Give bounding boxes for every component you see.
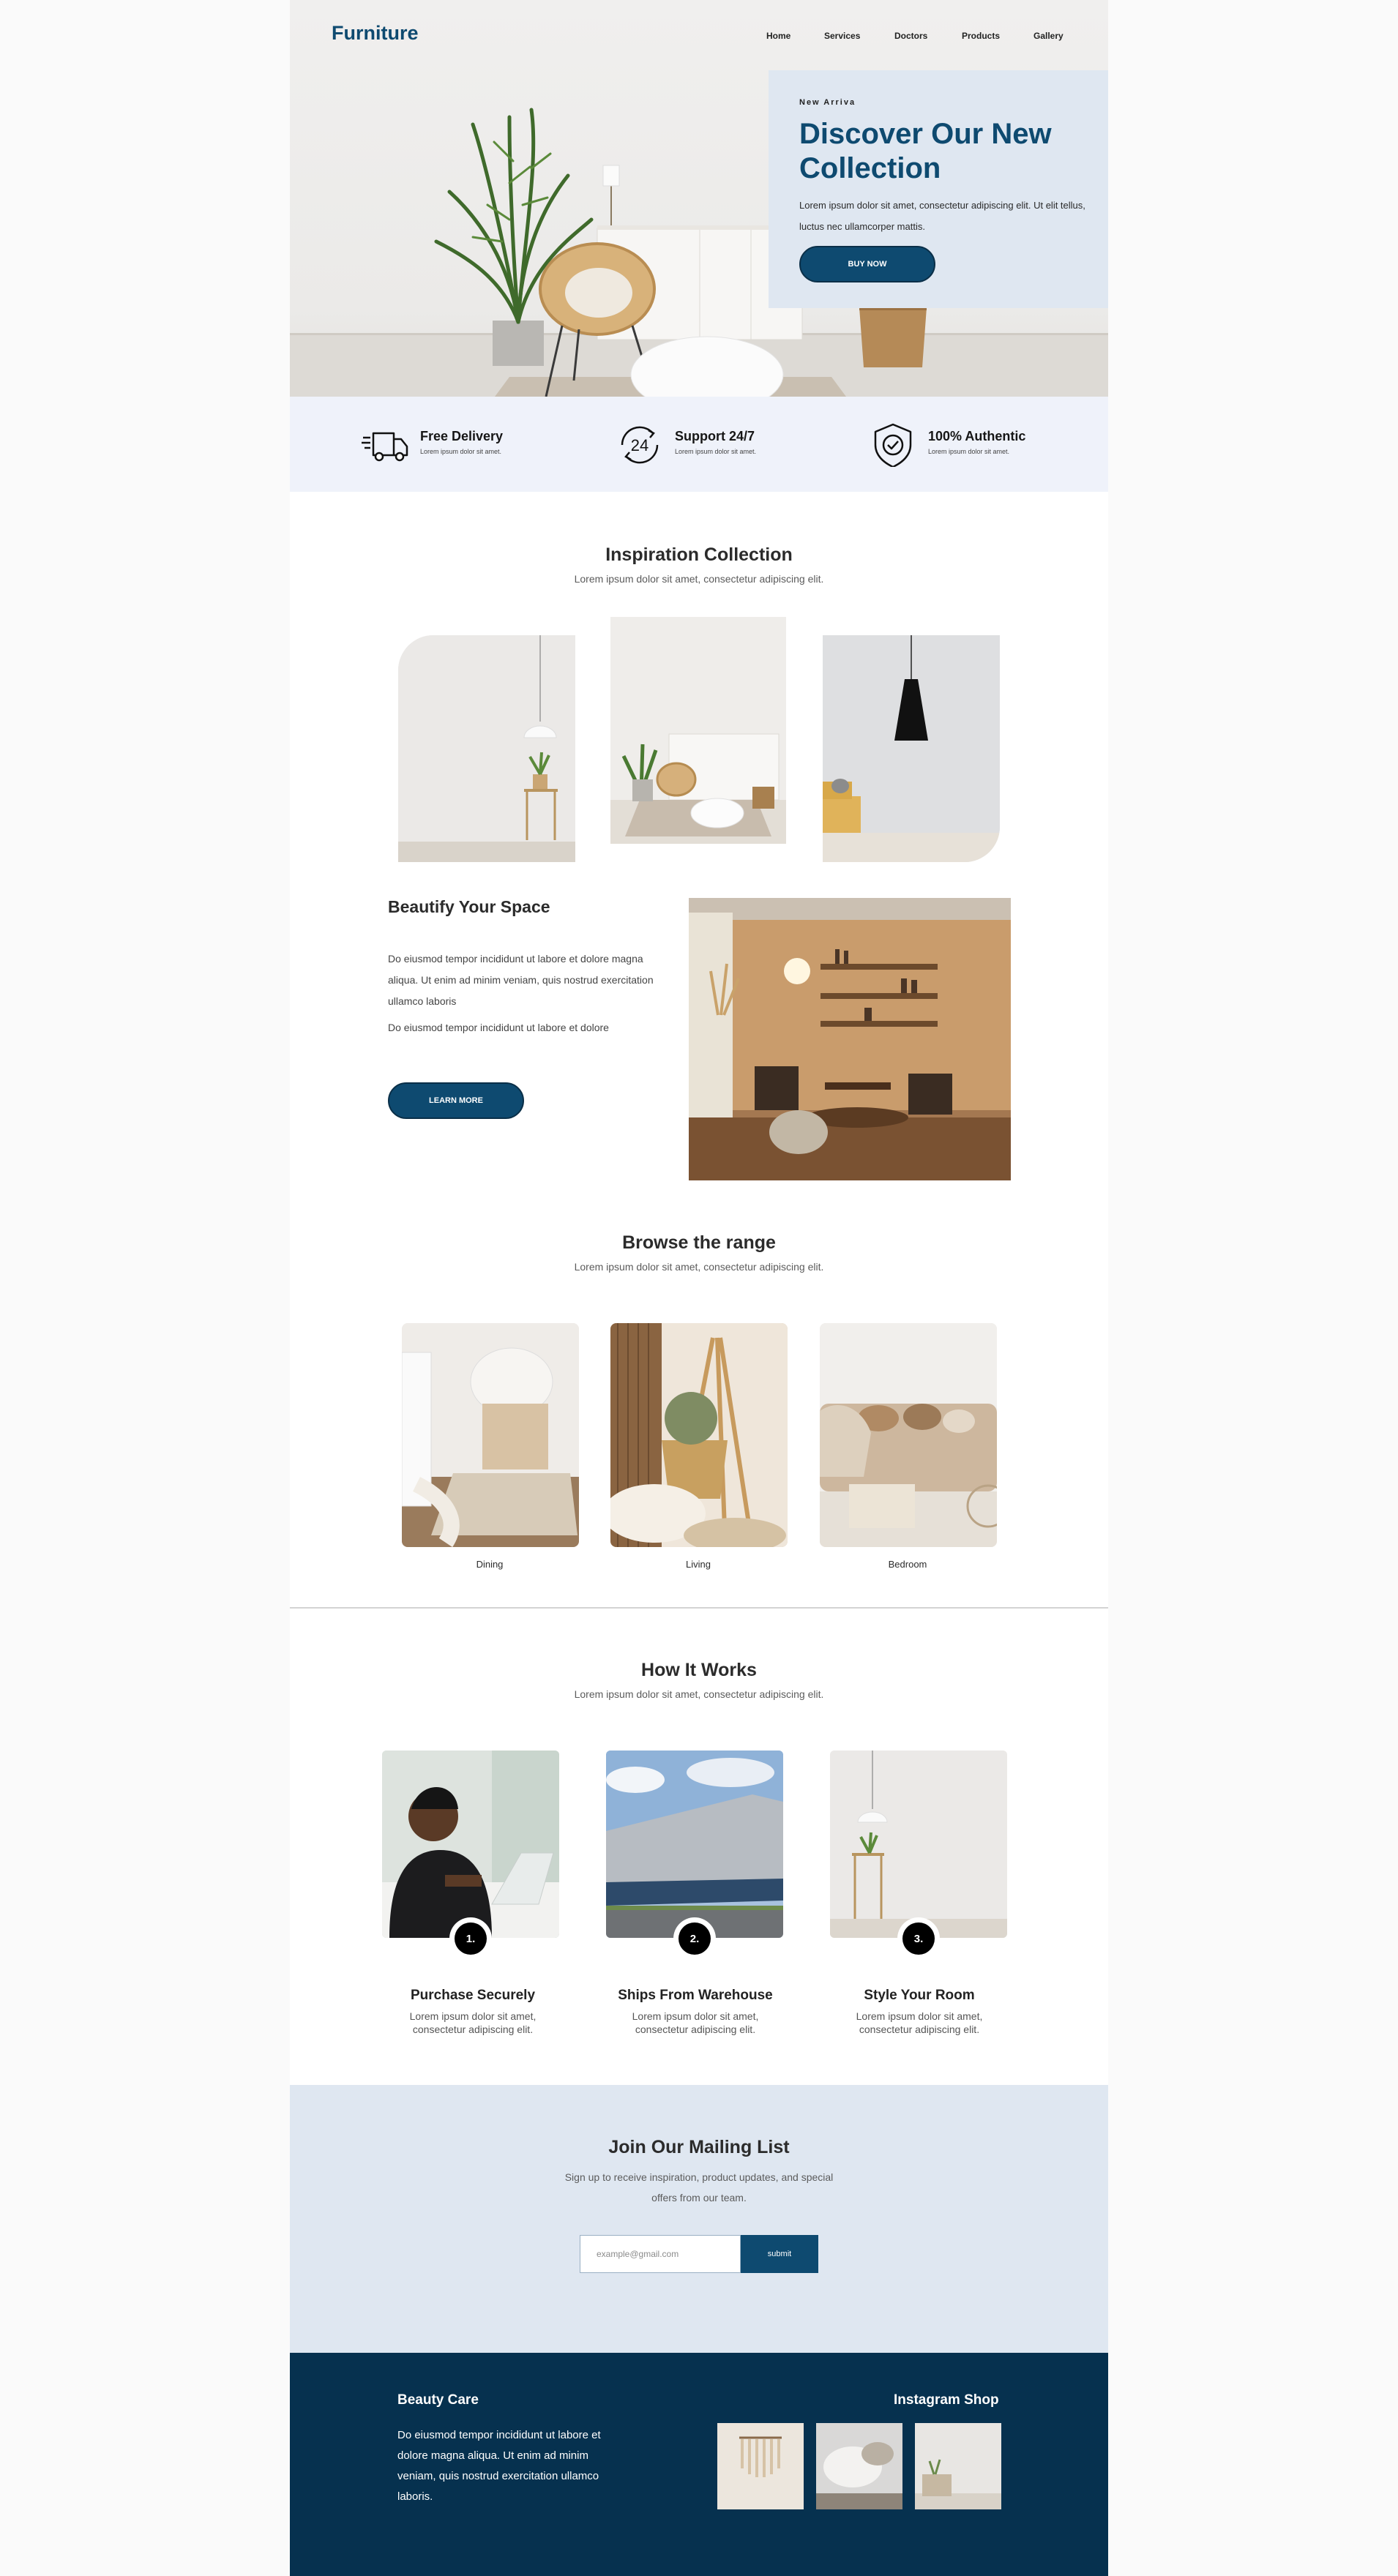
step-2-title: Ships From Warehouse bbox=[618, 1988, 773, 2003]
feature-subtitle: Lorem ipsum dolor sit amet. bbox=[928, 448, 1010, 455]
instagram-title: Instagram Shop bbox=[894, 2392, 999, 2408]
features-bar: Free Delivery Lorem ipsum dolor sit amet… bbox=[290, 397, 1108, 492]
footer-brand-title: Beauty Care bbox=[397, 2392, 479, 2408]
nav-services[interactable]: Services bbox=[824, 31, 860, 41]
browse-caption-living: Living bbox=[686, 1559, 711, 1570]
how-step-1-image bbox=[382, 1751, 559, 1938]
beautify-image[interactable] bbox=[689, 898, 1011, 1180]
footer: Beauty Care Do eiusmod tempor incididunt… bbox=[290, 2353, 1108, 2576]
browse-item-bedroom[interactable] bbox=[820, 1323, 997, 1547]
inspiration-image-2[interactable] bbox=[610, 617, 786, 844]
step-2-text: Lorem ipsum dolor sit amet, consectetur … bbox=[632, 2010, 759, 2035]
hero-section: Furniture Home Services Doctors Products… bbox=[290, 0, 1108, 397]
buy-now-button[interactable]: BUY NOW bbox=[799, 246, 935, 282]
feature-title: Free Delivery bbox=[420, 429, 504, 443]
inspiration-title: Inspiration Collection bbox=[605, 544, 793, 565]
how-step-2-image bbox=[606, 1751, 783, 1938]
browse-subtitle: Lorem ipsum dolor sit amet, consectetur … bbox=[574, 1261, 824, 1273]
instagram-thumb-3[interactable] bbox=[915, 2423, 1001, 2509]
email-input[interactable] bbox=[580, 2235, 741, 2273]
nav-products[interactable]: Products bbox=[962, 31, 1000, 41]
mailing-title: Join Our Mailing List bbox=[608, 2137, 790, 2157]
mailing-text: Sign up to receive inspiration, product … bbox=[564, 2171, 834, 2204]
inspiration-image-3[interactable] bbox=[823, 635, 1000, 862]
step-1-title: Purchase Securely bbox=[410, 1988, 536, 2003]
logo[interactable]: Furniture bbox=[332, 22, 419, 45]
browse-title: Browse the range bbox=[622, 1232, 776, 1253]
inspiration-image-1[interactable] bbox=[398, 635, 575, 862]
how-title: How It Works bbox=[641, 1660, 757, 1680]
truck-icon bbox=[362, 432, 408, 462]
beautify-paragraph-1: Do eiusmod tempor incididunt ut labore e… bbox=[388, 953, 654, 1007]
how-subtitle: Lorem ipsum dolor sit amet, consectetur … bbox=[574, 1688, 824, 1700]
nav-doctors[interactable]: Doctors bbox=[894, 31, 927, 41]
step-1-badge: 1. bbox=[449, 1917, 492, 1960]
feature-title: 100% Authentic bbox=[928, 429, 1026, 443]
feature-subtitle: Lorem ipsum dolor sit amet. bbox=[675, 448, 757, 455]
submit-button[interactable]: submit bbox=[741, 2235, 818, 2273]
step-3-title: Style Your Room bbox=[864, 1988, 975, 2003]
section-divider bbox=[290, 1607, 1108, 1609]
page: Furniture Home Services Doctors Products… bbox=[290, 0, 1108, 2576]
hero-text: Lorem ipsum dolor sit amet, consectetur … bbox=[799, 200, 1085, 232]
nav-home[interactable]: Home bbox=[766, 31, 790, 41]
beautify-paragraph-2: Do eiusmod tempor incididunt ut labore e… bbox=[388, 1022, 609, 1033]
beautify-title: Beautify Your Space bbox=[388, 897, 550, 916]
mailing-section: Join Our Mailing List Sign up to receive… bbox=[290, 2085, 1108, 2353]
browse-caption-bedroom: Bedroom bbox=[888, 1559, 927, 1570]
instagram-thumb-1[interactable] bbox=[717, 2423, 804, 2509]
learn-more-button[interactable]: LEARN MORE bbox=[388, 1082, 524, 1119]
how-step-3-image bbox=[830, 1751, 1007, 1938]
step-2-badge: 2. bbox=[673, 1917, 716, 1960]
support-24-icon: 24 bbox=[621, 426, 659, 464]
hero-card: New Arriva Discover Our New Collection L… bbox=[769, 70, 1108, 308]
browse-item-living[interactable] bbox=[610, 1323, 788, 1547]
feature-title: Support 24/7 bbox=[675, 429, 755, 443]
svg-text:24: 24 bbox=[631, 436, 648, 454]
hero-eyebrow: New Arriva bbox=[799, 98, 856, 107]
browse-item-dining[interactable] bbox=[402, 1323, 579, 1547]
footer-brand-text: Do eiusmod tempor incididunt ut labore e… bbox=[397, 2429, 601, 2503]
step-3-badge: 3. bbox=[897, 1917, 940, 1960]
hero-title: Discover Our New Collection bbox=[799, 118, 1052, 184]
inspiration-subtitle: Lorem ipsum dolor sit amet, consectetur … bbox=[574, 573, 824, 585]
browse-caption-dining: Dining bbox=[476, 1559, 504, 1570]
feature-subtitle: Lorem ipsum dolor sit amet. bbox=[420, 448, 502, 455]
nav-gallery[interactable]: Gallery bbox=[1033, 31, 1064, 41]
shield-check-icon bbox=[874, 423, 912, 467]
step-1-text: Lorem ipsum dolor sit amet, consectetur … bbox=[409, 2010, 537, 2035]
step-3-text: Lorem ipsum dolor sit amet, consectetur … bbox=[856, 2010, 983, 2035]
instagram-thumb-2[interactable] bbox=[816, 2423, 902, 2509]
